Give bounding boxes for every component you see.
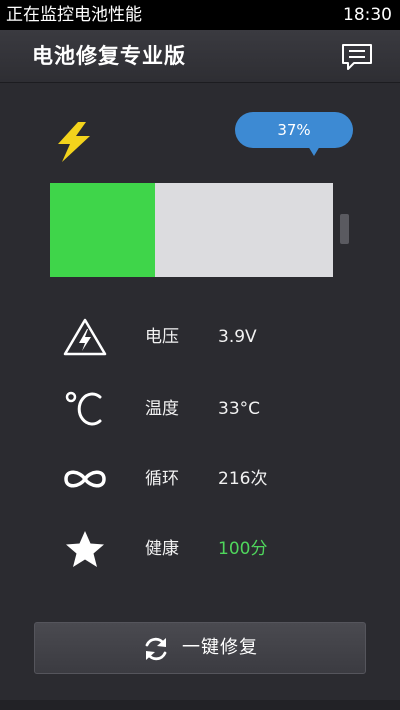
stat-row-cycles: 循环 216次 <box>0 454 400 504</box>
battery-percent-bubble: 37% <box>235 112 353 148</box>
app-header: 电池修复专业版 <box>0 30 400 83</box>
app-title: 电池修复专业版 <box>32 44 186 68</box>
app-screen: 正在监控电池性能 18:30 电池修复专业版 37% 电压 3.9V 温度 33… <box>0 0 400 710</box>
star-icon <box>60 527 110 571</box>
bubble-tail <box>308 146 320 156</box>
status-bar: 正在监控电池性能 18:30 <box>0 0 400 30</box>
stat-row-temperature: 温度 33°C <box>0 384 400 434</box>
stat-value: 3.9V <box>218 327 257 347</box>
bottom-strip <box>0 700 400 710</box>
stat-label: 电压 <box>145 327 179 347</box>
stat-row-voltage: 电压 3.9V <box>0 312 400 362</box>
status-notification-text: 正在监控电池性能 <box>6 5 142 25</box>
battery-cap <box>340 214 349 244</box>
message-icon <box>342 44 372 70</box>
refresh-icon <box>145 637 167 661</box>
status-clock: 18:30 <box>343 5 392 25</box>
battery-level-fill <box>50 183 155 277</box>
repair-button-label: 一键修复 <box>182 637 258 658</box>
battery-percent-label: 37% <box>277 121 311 139</box>
battery-gauge <box>50 183 333 277</box>
message-button[interactable] <box>340 42 374 72</box>
stat-row-health: 健康 100分 <box>0 524 400 574</box>
voltage-warning-icon <box>60 315 110 359</box>
stat-label: 温度 <box>145 399 179 419</box>
infinity-icon <box>60 457 110 501</box>
one-tap-repair-button[interactable]: 一键修复 <box>34 622 366 674</box>
stat-value: 216次 <box>218 469 268 489</box>
lightning-bolt-icon <box>52 120 96 164</box>
stat-value: 33°C <box>218 399 261 419</box>
celsius-icon <box>60 387 110 431</box>
stat-value: 100分 <box>218 539 268 559</box>
stat-label: 循环 <box>145 469 179 489</box>
stat-label: 健康 <box>145 539 179 559</box>
